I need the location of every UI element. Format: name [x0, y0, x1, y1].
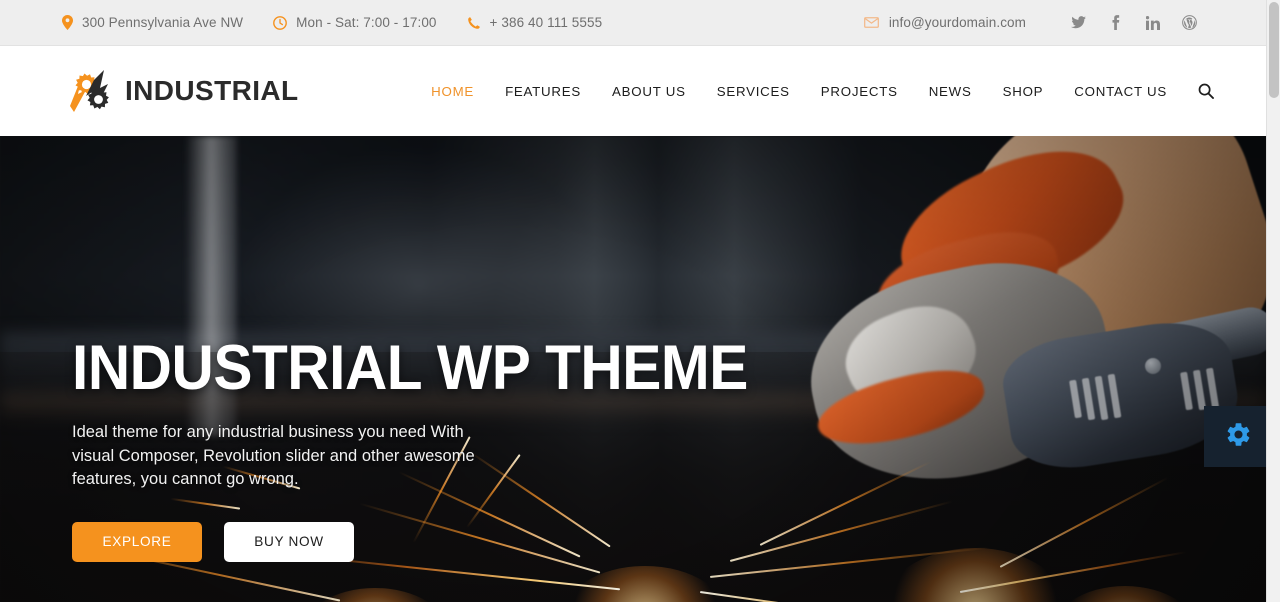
explore-button[interactable]: EXPLORE — [72, 521, 202, 562]
topbar-email[interactable]: info@yourdomain.com — [863, 15, 1026, 30]
gear-logo-icon — [60, 68, 116, 114]
phone-icon — [467, 16, 481, 30]
topbar-address-text: 300 Pennsylvania Ave NW — [82, 15, 244, 30]
twitter-icon[interactable] — [1060, 8, 1097, 38]
nav-item-projects[interactable]: PROJECTS — [821, 84, 898, 99]
page-root: 300 Pennsylvania Ave NW Mon - Sat: 7:00 … — [0, 0, 1280, 602]
topbar-right-group: info@yourdomain.com — [863, 8, 1266, 38]
site-logo[interactable]: INDUSTRIAL — [0, 68, 299, 114]
site-header: INDUSTRIAL HOME FEATURES ABOUT US SERVIC… — [0, 46, 1266, 136]
nav-item-shop[interactable]: SHOP — [1003, 84, 1044, 99]
buy-now-button[interactable]: BUY NOW — [224, 521, 354, 562]
wordpress-icon[interactable] — [1171, 8, 1208, 38]
scrollbar-thumb[interactable] — [1269, 2, 1279, 98]
hero-content: INDUSTRIAL WP THEME Ideal theme for any … — [72, 336, 832, 562]
hero-section: INDUSTRIAL WP THEME Ideal theme for any … — [0, 136, 1266, 602]
top-info-bar: 300 Pennsylvania Ave NW Mon - Sat: 7:00 … — [0, 0, 1266, 46]
nav-item-features[interactable]: FEATURES — [505, 84, 581, 99]
social-links — [1060, 8, 1208, 38]
hero-cta-group: EXPLORE BUY NOW — [72, 521, 832, 562]
envelope-icon — [863, 17, 879, 28]
nav-item-about-us[interactable]: ABOUT US — [612, 84, 686, 99]
site-logo-text: INDUSTRIAL — [125, 75, 299, 106]
topbar-phone: + 386 40 111 5555 — [467, 15, 603, 30]
hero-title: INDUSTRIAL WP THEME — [72, 333, 748, 403]
nav-item-news[interactable]: NEWS — [929, 84, 972, 99]
topbar-email-text: info@yourdomain.com — [888, 15, 1026, 30]
page-scrollbar[interactable] — [1266, 0, 1280, 602]
linkedin-icon[interactable] — [1134, 8, 1171, 38]
topbar-address: 300 Pennsylvania Ave NW — [62, 15, 243, 30]
theme-options-toggle[interactable] — [1204, 406, 1266, 467]
nav-item-services[interactable]: SERVICES — [717, 84, 790, 99]
search-icon[interactable] — [1198, 83, 1214, 99]
nav-item-contact-us[interactable]: CONTACT US — [1074, 84, 1167, 99]
topbar-phone-text: + 386 40 111 5555 — [489, 15, 603, 30]
clock-icon — [273, 15, 288, 30]
topbar-hours: Mon - Sat: 7:00 - 17:00 — [273, 15, 436, 30]
facebook-icon[interactable] — [1097, 8, 1134, 38]
map-pin-icon — [62, 15, 73, 30]
topbar-contact-group: 300 Pennsylvania Ave NW Mon - Sat: 7:00 … — [0, 15, 632, 30]
topbar-hours-text: Mon - Sat: 7:00 - 17:00 — [296, 15, 437, 30]
gear-icon — [1225, 421, 1252, 453]
nav-item-home[interactable]: HOME — [431, 84, 474, 99]
main-navigation: HOME FEATURES ABOUT US SERVICES PROJECTS… — [400, 83, 1266, 99]
hero-subtitle: Ideal theme for any industrial business … — [72, 423, 475, 489]
